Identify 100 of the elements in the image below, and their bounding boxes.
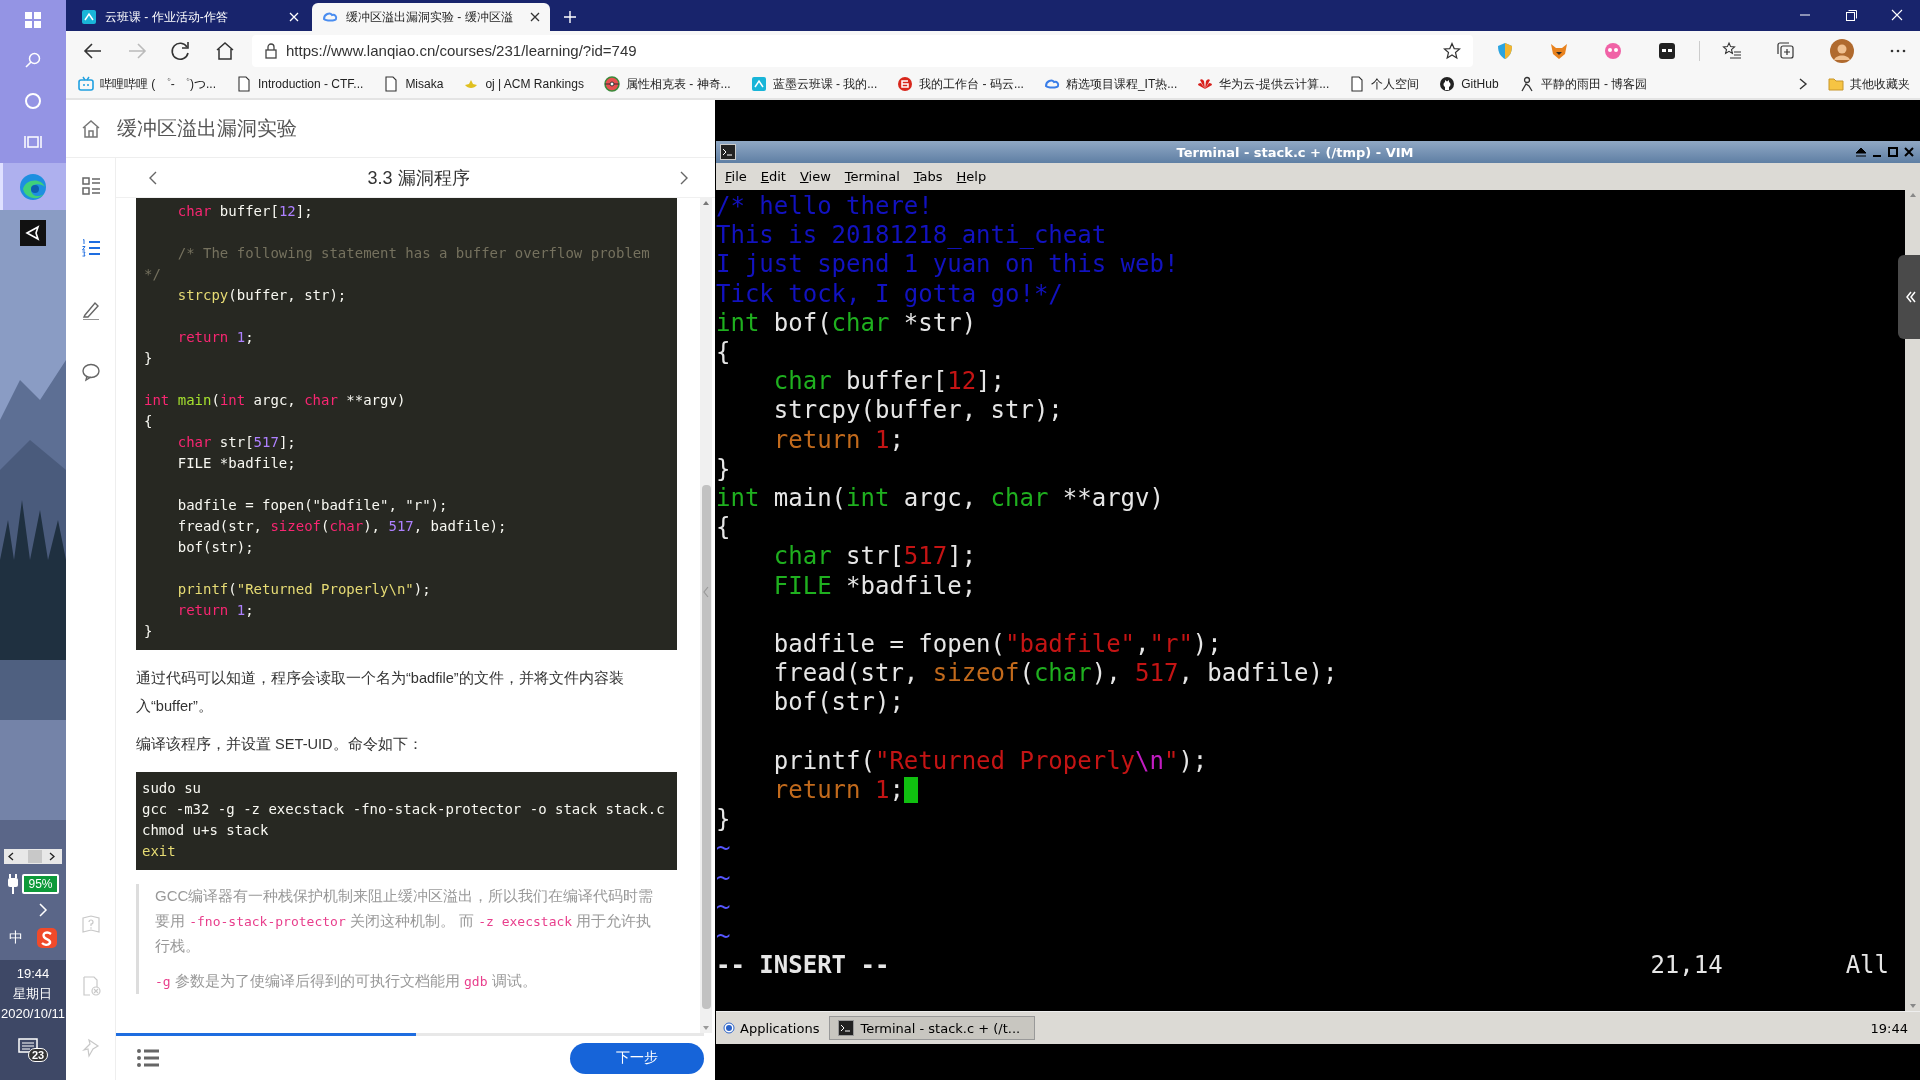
bookmark[interactable]: 哔哩哔哩 ( ゜- ゜)つ... [78,75,216,93]
paragraph: 编译该程序，并设置 SET-UID。命令如下： [136,735,424,754]
home-icon[interactable] [81,118,101,139]
editor-line: } [716,454,732,485]
bookmark[interactable]: 华为云-提供云计算... [1197,75,1330,93]
code-line: gcc -m32 -g -z execstack -fno-stack-protector -o stack stack.c [142,800,666,819]
collections-icon[interactable] [1776,40,1796,61]
menu-item[interactable]: File [720,167,752,186]
chevron-right-icon[interactable] [1798,77,1808,91]
editor-line: char buffer[12]; [772,367,1006,397]
maximize-icon[interactable] [1886,145,1900,159]
taskbar-button[interactable]: Terminal - stack.c + (/t... [829,1016,1036,1040]
paragraph: 通过代码可以知道，程序会读取一个名为“badfile”的文件，并将文件内容装入“buffer”。 [136,669,625,716]
close-icon[interactable] [530,12,540,22]
editor-line: ~ [716,834,732,864]
clock-date[interactable]: 2020/10/11 [0,1004,66,1024]
github-icon [1439,76,1456,92]
address-bar[interactable]: https://www.lanqiao.cn/courses/231/learning/?id=749 [252,34,1473,67]
app-icon[interactable] [20,220,46,246]
close-icon[interactable] [1902,145,1916,159]
clock-time[interactable]: 19:44 [0,964,66,984]
new-tab-icon[interactable] [563,10,577,24]
star-icon[interactable] [1443,41,1461,60]
circle-icon[interactable] [24,92,42,110]
code-line: } [144,349,154,368]
bookmark[interactable]: GitHub [1439,76,1499,92]
bookmark[interactable]: 个人空间 [1349,75,1420,93]
input-method-indicator[interactable]: 中 [9,929,23,947]
favorites-icon[interactable] [1722,40,1742,61]
search-icon[interactable] [25,52,41,68]
scrollbar[interactable] [700,198,712,1033]
collapse-handle[interactable] [1898,255,1920,339]
bookmark[interactable]: Introduction - CTF... [236,76,364,92]
tab-favicon [81,9,97,25]
lock-icon [264,42,278,59]
code-line: return 1; [176,328,255,347]
editor-line: This is 20181218_anti_cheat [716,221,1108,251]
code-line: int main(int argc, char **argv) [144,391,407,410]
terminal-icon [720,144,736,160]
bookmark[interactable]: 我的工作台 - 码云... [897,75,1024,93]
next-button[interactable]: 下一步 [570,1042,704,1074]
list-icon[interactable] [136,1048,160,1068]
bookmark[interactable]: 平静的雨田 - 博客园 [1518,75,1648,93]
bookmark[interactable]: oj | ACM Rankings [463,76,584,92]
editor-line: fread(str, sizeof(char), 517, badfile); [772,659,1339,689]
menu-item[interactable]: Tabs [908,167,948,186]
editor-line: ~ [716,892,732,923]
editor-line: int bof(char *str) [716,308,978,338]
outline-icon[interactable] [80,176,101,196]
menu-item[interactable]: View [794,167,836,186]
course-title: 缓冲区溢出漏洞实验 [117,116,297,141]
start-icon[interactable] [25,12,41,28]
menu-item[interactable]: Terminal [839,167,905,186]
bookmark[interactable]: 蓝墨云班课 - 我的... [750,75,878,93]
applications-menu[interactable]: Applications [719,1020,824,1036]
bookmark-folder[interactable]: 其他收藏夹 [1828,75,1910,93]
code-line: sudo su [142,779,202,798]
code-line: exit [142,842,177,861]
browser-tab[interactable]: 云班课 - 作业活动-作答 [71,3,309,31]
code-line: strcpy(buffer, str); [176,286,348,305]
flower-icon [1197,76,1214,92]
note-paragraph: GCC编译器有一种栈保护机制来阻止缓冲区溢出，所以我们在编译代码时需要用 -fno-stack-protector 关闭这种机制。 而 -z execstack 用于允许执行栈。 [155,886,655,956]
editor-line: char str[517]; [772,542,978,572]
code-line: /* The following statement has a buffer overflow problem */ [144,244,651,284]
code-line: bof(str); [176,538,255,557]
chevron-right-icon[interactable] [679,169,689,186]
browser-tab[interactable]: 缓冲区溢出漏洞实验 - 缓冲区溢 [312,3,550,31]
code-line: printf("Returned Properly\n"); [176,580,432,599]
browser-icon[interactable] [19,172,47,201]
page-icon [383,76,400,92]
battery-indicator[interactable]: 95% [22,874,59,894]
ball-icon [603,76,620,92]
clock-weekday[interactable]: 星期日 [0,984,66,1004]
ime-icon[interactable] [37,928,57,948]
editor-line: bof(str); [772,688,905,718]
pencil-icon[interactable] [80,300,101,320]
editor-line: /* hello there! [716,192,934,222]
avatar-icon[interactable] [1830,38,1854,63]
shield-icon[interactable] [1495,40,1515,61]
editor-line: Tick tock, I gotta go!*/ [716,279,1064,309]
face-icon[interactable] [1603,40,1623,61]
menu-item[interactable]: Help [951,167,992,186]
code-line: char str[517]; [176,433,297,452]
bookmark[interactable]: Misaka [383,76,444,92]
numbered-list-icon[interactable] [80,238,101,258]
code-line: FILE *badfile; [176,454,297,473]
editor-line: printf("Returned Properly\n"); [772,745,1209,777]
chevron-left-icon[interactable] [148,169,158,186]
scrollbar[interactable] [4,849,62,864]
code-line: } [144,622,154,641]
square-icon[interactable] [1657,40,1677,61]
editor-line: return 1; [716,776,1905,806]
menu-item[interactable]: Edit [755,167,791,186]
code-line: fread(str, sizeof(char), 517, badfile); [176,517,508,536]
shade-icon[interactable] [1854,145,1868,159]
code-line: { [144,412,154,431]
bookmark[interactable]: 属性相克表 - 神奇... [603,75,731,93]
chat-icon[interactable] [80,362,101,382]
gitee-icon [897,76,914,92]
bookmark[interactable]: 精选项目课程_IT热... [1043,75,1178,93]
